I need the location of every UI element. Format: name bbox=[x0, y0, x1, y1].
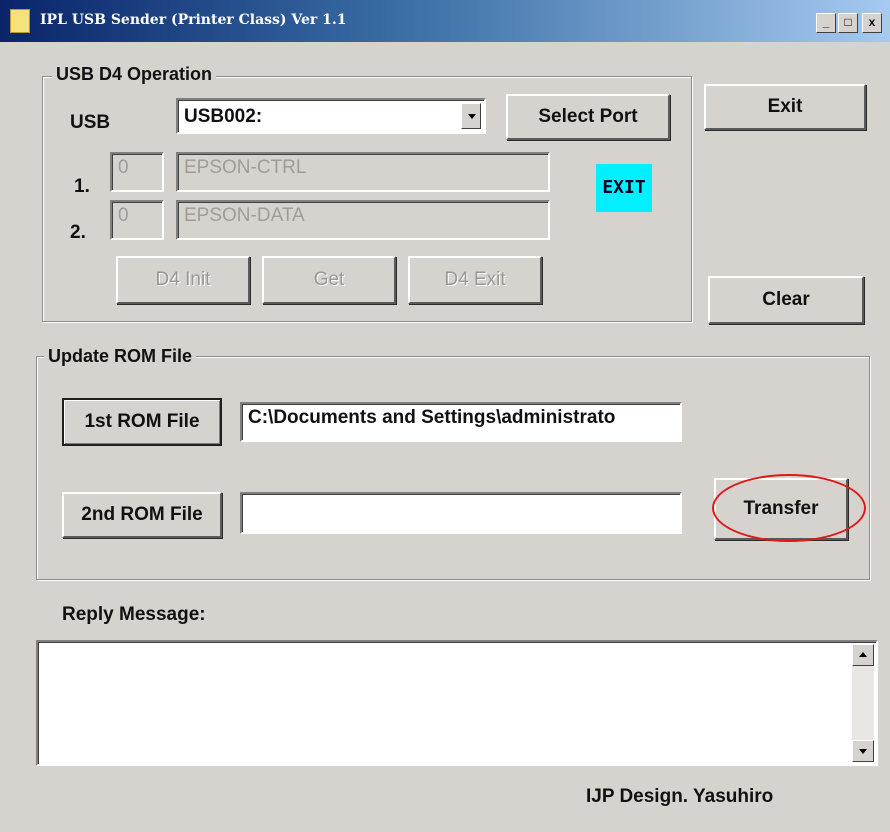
chevron-down-icon[interactable] bbox=[461, 103, 481, 129]
clear-button[interactable]: Clear bbox=[708, 276, 864, 324]
second-rom-file-button[interactable]: 2nd ROM File bbox=[62, 492, 222, 538]
highlight-ellipse bbox=[712, 474, 866, 542]
row2-index-label: 2. bbox=[70, 222, 86, 243]
footer-credit: IJP Design. Yasuhiro bbox=[586, 786, 774, 807]
usb-group-legend: USB D4 Operation bbox=[52, 64, 217, 85]
row1-name-field: EPSON-CTRL bbox=[176, 152, 550, 192]
first-rom-path-input[interactable]: C:\Documents and Settings\administrato bbox=[240, 402, 682, 442]
select-port-button[interactable]: Select Port bbox=[506, 94, 670, 140]
first-rom-file-button[interactable]: 1st ROM File bbox=[62, 398, 222, 446]
get-button[interactable]: Get bbox=[262, 256, 396, 304]
scroll-up-icon[interactable] bbox=[852, 644, 874, 666]
maximize-button[interactable]: □ bbox=[838, 13, 858, 33]
title-bar[interactable]: IPL USB Sender (Printer Class) Ver 1.1 _… bbox=[0, 0, 890, 42]
rom-group-legend: Update ROM File bbox=[44, 346, 197, 367]
status-badge: EXIT bbox=[596, 164, 652, 212]
usb-port-select[interactable]: USB002: bbox=[176, 98, 486, 134]
close-button[interactable]: x bbox=[862, 13, 882, 33]
row1-index-label: 1. bbox=[74, 176, 90, 197]
second-rom-path-input[interactable] bbox=[240, 492, 682, 534]
app-window: IPL USB Sender (Printer Class) Ver 1.1 _… bbox=[0, 0, 890, 832]
row2-name-field: EPSON-DATA bbox=[176, 200, 550, 240]
window-title: IPL USB Sender (Printer Class) Ver 1.1 bbox=[40, 12, 347, 28]
app-icon bbox=[10, 9, 30, 33]
usb-label: USB bbox=[70, 112, 111, 133]
row2-number-field: 0 bbox=[110, 200, 164, 240]
reply-message-label: Reply Message: bbox=[62, 604, 206, 625]
update-rom-file-group bbox=[36, 356, 870, 580]
d4-exit-button[interactable]: D4 Exit bbox=[408, 256, 542, 304]
exit-button[interactable]: Exit bbox=[704, 84, 866, 130]
d4-init-button[interactable]: D4 Init bbox=[116, 256, 250, 304]
minimize-button[interactable]: _ bbox=[816, 13, 836, 33]
usb-port-value: USB002: bbox=[184, 106, 263, 127]
scroll-down-icon[interactable] bbox=[852, 740, 874, 762]
reply-message-box[interactable] bbox=[36, 640, 878, 766]
reply-scrollbar[interactable] bbox=[852, 644, 874, 762]
row1-number-field: 0 bbox=[110, 152, 164, 192]
